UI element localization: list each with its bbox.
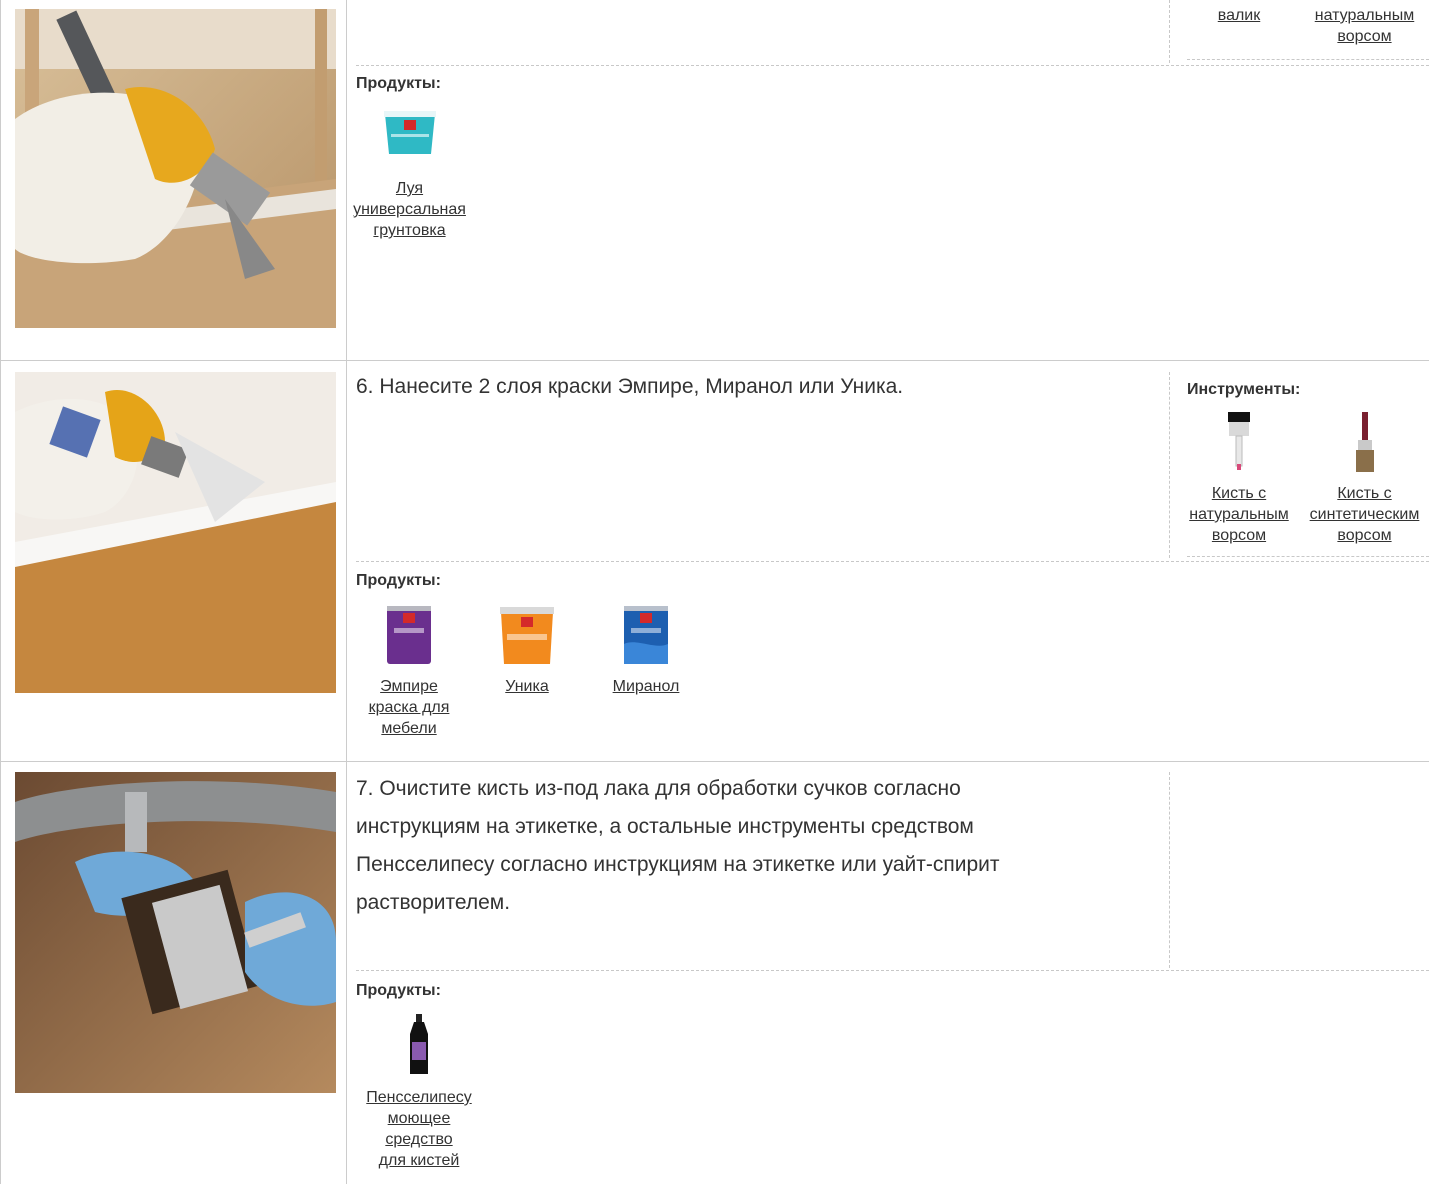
- tool-link[interactable]: Кисть с синтетическим ворсом: [1300, 483, 1429, 546]
- product-label-line: средство: [385, 1131, 453, 1148]
- table-left-border: [0, 0, 1, 1184]
- step-5-photo: [15, 9, 336, 328]
- product-label-line: Эмпире: [380, 678, 438, 695]
- tool-link[interactable]: натуральным ворсом: [1300, 5, 1429, 47]
- miranol-can-icon: [624, 606, 668, 664]
- row-divider-2: [0, 761, 1429, 762]
- tools-divider: [1169, 0, 1170, 63]
- step-7-line: инструкциям на этикетке, а остальные инс…: [356, 815, 974, 838]
- step-7-line: Пенсселипесу согласно инструкциям на эти…: [356, 853, 1000, 876]
- step-7-line: растворителем.: [356, 891, 511, 914]
- product-item-miranol[interactable]: Миранол: [598, 604, 694, 697]
- tool-item-natural[interactable]: натуральным ворсом: [1300, 5, 1429, 47]
- tool-item-natural-brush[interactable]: Кисть с натуральным ворсом: [1183, 410, 1295, 546]
- tool-link[interactable]: Кисть с натуральным ворсом: [1183, 483, 1295, 546]
- natural-brush-icon: [1228, 412, 1250, 470]
- product-link[interactable]: Пенсселипесу моющее средство для кистей: [352, 1087, 486, 1171]
- cleaner-bottle-icon: [410, 1014, 428, 1074]
- synthetic-brush-icon: [1355, 412, 1374, 472]
- tools-divider: [1169, 372, 1170, 558]
- step-6-text: 6. Нанесите 2 слоя краски Эмпире, Мирано…: [356, 375, 904, 398]
- tools-bottom-divider: [1187, 556, 1429, 557]
- product-label-line: грунтовка: [373, 222, 446, 239]
- section-divider: [356, 561, 1429, 562]
- step-7-line: 7. Очистите кисть из-под лака для обрабо…: [356, 777, 961, 800]
- tools-bottom-divider: [1187, 59, 1429, 60]
- tools-divider: [1169, 772, 1170, 968]
- product-label-line: для кистей: [378, 1152, 460, 1169]
- tool-label-line: Кисть с: [1211, 485, 1267, 502]
- product-link[interactable]: Уника: [485, 676, 569, 697]
- tool-link[interactable]: валик: [1199, 5, 1279, 26]
- tool-label-line: ворсом: [1211, 527, 1267, 544]
- product-item-luya[interactable]: Луя универсальная грунтовка: [352, 108, 467, 241]
- unika-can-icon: [500, 607, 554, 664]
- tool-label-line: ворсом: [1337, 527, 1392, 544]
- section-divider: [356, 65, 1429, 66]
- product-link[interactable]: Миранол: [598, 676, 694, 697]
- product-label-line: моющее: [387, 1110, 451, 1127]
- products-label: Продукты:: [356, 572, 441, 589]
- tool-item-roller[interactable]: валик: [1199, 5, 1279, 26]
- product-label-line: мебели: [381, 720, 437, 737]
- product-label-line: универсальная: [353, 201, 466, 218]
- product-link[interactable]: Эмпире краска для мебели: [356, 676, 462, 739]
- tool-label-line: Кисть с: [1337, 485, 1392, 502]
- column-divider: [346, 0, 347, 1184]
- section-divider: [356, 970, 1429, 971]
- product-item-pensselipesu[interactable]: Пенсселипесу моющее средство для кистей: [352, 1012, 486, 1171]
- step-6-photo: [15, 372, 336, 693]
- tool-label-line: синтетическим: [1309, 506, 1420, 523]
- empire-can-icon: [387, 606, 431, 664]
- product-label-line: Пенсселипесу: [366, 1089, 472, 1106]
- tools-label: Инструменты:: [1187, 381, 1301, 398]
- product-label-line: краска для: [368, 699, 450, 716]
- tool-item-synthetic-brush[interactable]: Кисть с синтетическим ворсом: [1300, 410, 1429, 546]
- product-item-unika[interactable]: Уника: [485, 604, 569, 697]
- tool-label-line: ворсом: [1337, 28, 1392, 45]
- product-link[interactable]: Луя универсальная грунтовка: [352, 178, 467, 241]
- product-item-empire[interactable]: Эмпире краска для мебели: [356, 604, 462, 739]
- row-divider-1: [0, 360, 1429, 361]
- tool-label-line: натуральным: [1314, 7, 1415, 24]
- products-label: Продукты:: [356, 982, 441, 999]
- product-label-line: Луя: [395, 180, 424, 197]
- primer-can-icon: [383, 111, 436, 154]
- products-label: Продукты:: [356, 75, 441, 92]
- step-7-photo: [15, 772, 336, 1093]
- step-7-text: 7. Очистите кисть из-под лака для обрабо…: [356, 770, 1000, 922]
- instructions-page: Продукты: валик натуральным ворсом Луя у…: [0, 0, 1429, 1184]
- tool-label-line: натуральным: [1189, 506, 1289, 523]
